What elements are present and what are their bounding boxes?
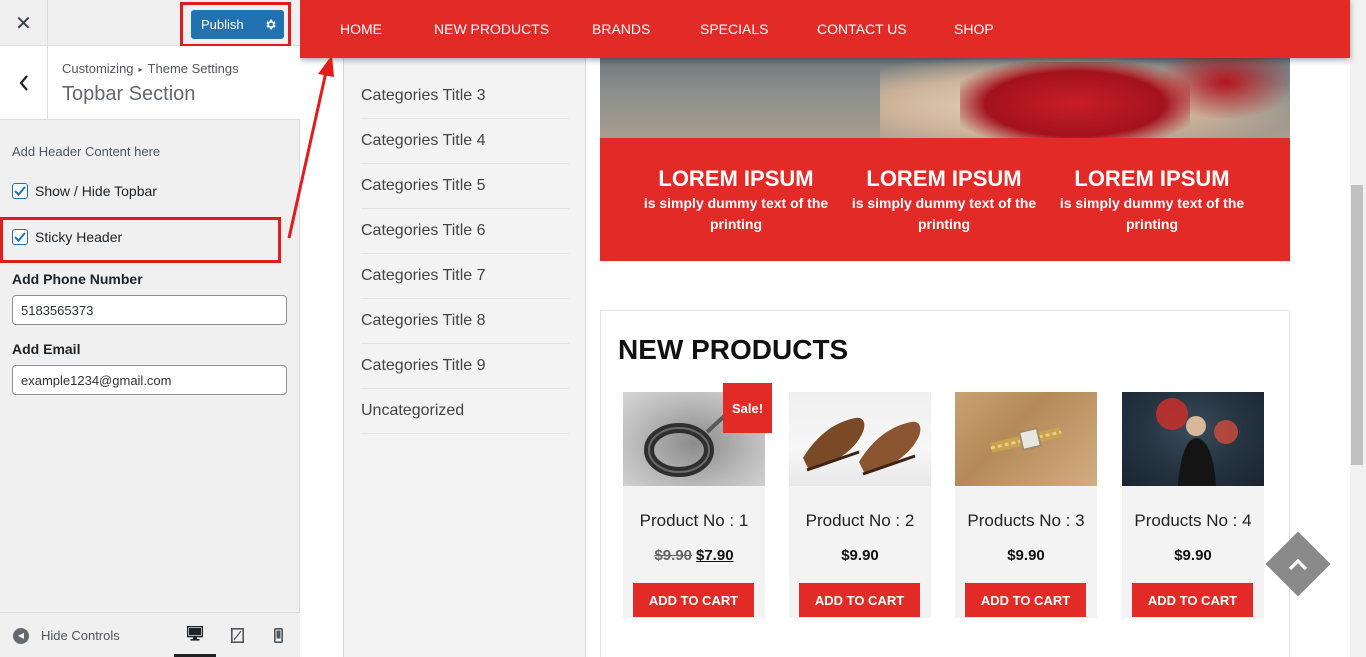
gear-icon[interactable]: [257, 10, 284, 39]
product-image[interactable]: [1122, 392, 1264, 486]
nav-brands[interactable]: BRANDS: [592, 0, 650, 58]
promo-strip: LOREM IPSUM is simply dummy text of the …: [600, 138, 1290, 261]
promo-title: LOREM IPSUM: [866, 166, 1022, 191]
breadcrumb-child: Theme Settings: [147, 61, 239, 76]
category-link[interactable]: Categories Title 9: [361, 344, 569, 389]
customizer-header: ✕ Publish: [0, 0, 300, 46]
category-link[interactable]: Categories Title 5: [361, 164, 569, 209]
preview-scrollbar[interactable]: [1350, 0, 1366, 657]
nav-home[interactable]: HOME: [340, 0, 382, 58]
close-icon: ✕: [15, 12, 32, 35]
customizer-footer: ◀ Hide Controls: [0, 612, 300, 657]
back-button[interactable]: [0, 46, 48, 119]
desktop-icon: [187, 626, 203, 641]
new-products-section: NEW PRODUCTS Sale! Product No : 1 $9.90 $…: [600, 310, 1290, 657]
phone-input[interactable]: [12, 295, 287, 325]
breadcrumb-separator-icon: ▸: [138, 65, 143, 74]
person-graffiti-image: [1156, 398, 1238, 486]
product-image[interactable]: [789, 392, 931, 486]
nav-new-products[interactable]: NEW PRODUCTS: [434, 0, 549, 58]
product-card: Products No : 4 $9.90 ADD TO CART: [1122, 392, 1264, 618]
show-hide-topbar-checkbox[interactable]: [12, 183, 28, 199]
product-price: $9.90: [841, 547, 879, 564]
hero-red-ribbon: [1160, 58, 1290, 118]
product-price: $9.90: [1174, 547, 1212, 564]
promo-subtitle: is simply dummy text of the printing: [851, 195, 1037, 232]
chevron-left-icon: [19, 74, 28, 91]
hide-controls-label: Hide Controls: [41, 628, 120, 643]
section-description: Add Header Content here: [12, 144, 161, 159]
product-price: $9.90: [1007, 547, 1045, 564]
promo-item: LOREM IPSUM is simply dummy text of the …: [1057, 166, 1247, 235]
checkmark-icon: [14, 232, 26, 242]
product-name[interactable]: Product No : 2: [789, 511, 931, 531]
new-products-heading: NEW PRODUCTS: [618, 334, 849, 365]
publish-button[interactable]: Publish: [191, 10, 284, 39]
nav-shop[interactable]: SHOP: [954, 0, 994, 58]
show-hide-topbar-toggle[interactable]: Show / Hide Topbar: [12, 183, 157, 199]
show-hide-topbar-label: Show / Hide Topbar: [35, 183, 157, 199]
sale-badge: Sale!: [723, 383, 772, 433]
add-to-cart-button[interactable]: ADD TO CART: [633, 583, 754, 617]
breadcrumb: Customizing ▸ Theme Settings: [62, 61, 239, 76]
nav-specials[interactable]: SPECIALS: [700, 0, 768, 58]
product-price: $9.90 $7.90: [623, 547, 765, 564]
promo-subtitle: is simply dummy text of the printing: [643, 195, 829, 232]
tablet-preview-button[interactable]: [216, 613, 258, 657]
old-price: $9.90: [654, 547, 692, 564]
promo-title: LOREM IPSUM: [1074, 166, 1230, 191]
promo-item: LOREM IPSUM is simply dummy text of the …: [849, 166, 1039, 235]
sticky-header-toggle[interactable]: Sticky Header: [12, 229, 122, 245]
category-link[interactable]: Categories Title 7: [361, 254, 569, 299]
sale-price: $7.90: [696, 547, 734, 564]
hide-controls-button[interactable]: ◀ Hide Controls: [13, 613, 120, 657]
tablet-icon: [230, 628, 244, 643]
product-card: Products No : 3 $9.90 ADD TO CART: [955, 392, 1097, 618]
breadcrumb-parent: Customizing: [62, 61, 134, 76]
site-preview: Categories Title 3 Categories Title 4 Ca…: [300, 0, 1366, 657]
desktop-preview-button[interactable]: [174, 613, 216, 657]
product-card: Sale! Product No : 1 $9.90 $7.90 ADD TO C…: [623, 383, 772, 618]
nav-contact-us[interactable]: CONTACT US: [817, 0, 907, 58]
sticky-header-label: Sticky Header: [35, 229, 123, 245]
scrollbar-thumb[interactable]: [1351, 185, 1363, 465]
promo-title: LOREM IPSUM: [658, 166, 814, 191]
email-label: Add Email: [12, 341, 81, 357]
product-card: Product No : 2 $9.90 ADD TO CART: [789, 392, 931, 618]
brown-shoes-image: [803, 417, 921, 476]
product-name[interactable]: Products No : 4: [1122, 511, 1264, 531]
mobile-preview-button[interactable]: [257, 613, 299, 657]
hero-red-ribbon: [960, 62, 1190, 138]
promo-subtitle: is simply dummy text of the printing: [1059, 195, 1245, 232]
phone-label: Add Phone Number: [12, 271, 143, 287]
collapse-icon: ◀: [13, 627, 29, 644]
category-link[interactable]: Uncategorized: [361, 389, 569, 434]
add-to-cart-button[interactable]: ADD TO CART: [1132, 583, 1253, 617]
mobile-icon: [273, 628, 283, 643]
categories-sidebar: Categories Title 3 Categories Title 4 Ca…: [343, 0, 586, 657]
product-name[interactable]: Products No : 3: [955, 511, 1097, 531]
add-to-cart-button[interactable]: ADD TO CART: [799, 583, 920, 617]
chevron-up-icon: [1288, 558, 1308, 571]
hero-banner-image: [600, 58, 1290, 138]
category-link[interactable]: Categories Title 6: [361, 209, 569, 254]
section-title: Topbar Section: [62, 83, 196, 105]
site-navigation: HOME NEW PRODUCTS BRANDS SPECIALS CONTAC…: [300, 0, 1350, 58]
section-title-bar: Customizing ▸ Theme Settings Topbar Sectio…: [0, 46, 300, 120]
email-input[interactable]: [12, 365, 287, 395]
checkmark-icon: [14, 186, 26, 196]
promo-item: LOREM IPSUM is simply dummy text of the …: [641, 166, 831, 235]
wrist-watch-image: [989, 427, 1063, 453]
customizer-sidebar: ✕ Publish Customizing ▸ Theme Settings Top…: [0, 0, 300, 657]
category-link[interactable]: Categories Title 8: [361, 299, 569, 344]
sticky-header-checkbox[interactable]: [12, 229, 28, 245]
add-to-cart-button[interactable]: ADD TO CART: [965, 583, 1086, 617]
publish-label: Publish: [201, 17, 244, 32]
product-image[interactable]: [955, 392, 1097, 486]
product-name[interactable]: Product No : 1: [623, 511, 765, 531]
category-link[interactable]: Categories Title 3: [361, 74, 569, 119]
close-customizer-button[interactable]: ✕: [0, 0, 48, 46]
category-link[interactable]: Categories Title 4: [361, 119, 569, 164]
